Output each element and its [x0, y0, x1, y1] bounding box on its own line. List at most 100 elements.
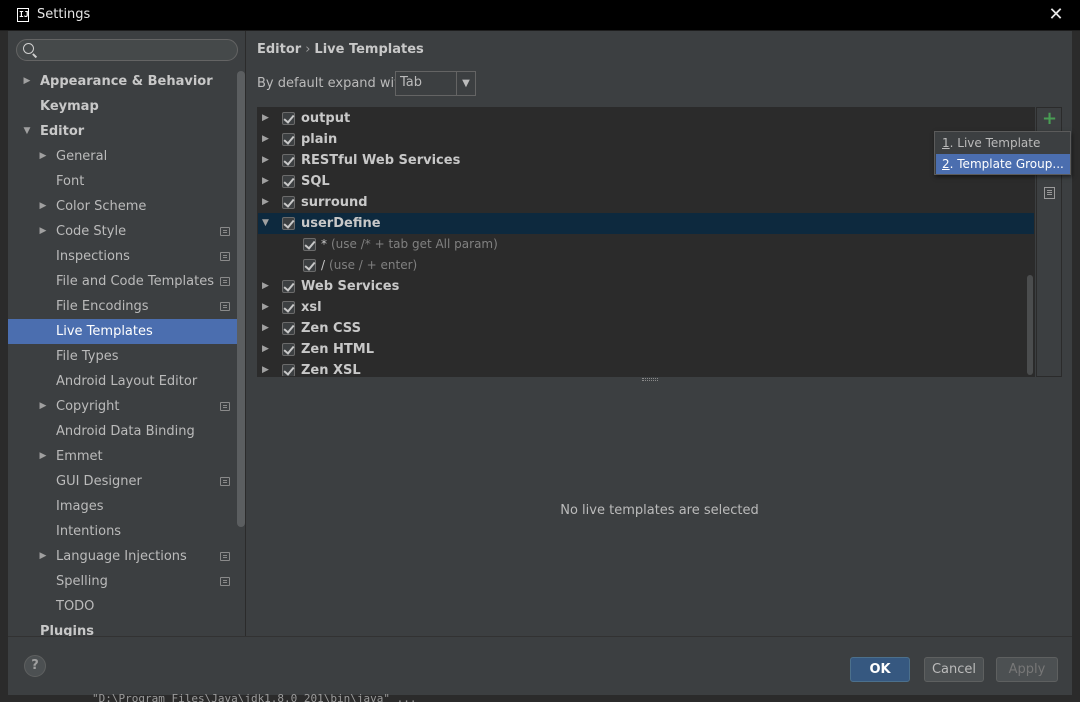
splitter-handle[interactable]	[642, 378, 658, 381]
sidebar-item-label: Android Layout Editor	[56, 374, 198, 389]
template-group-row[interactable]: ▶ Zen CSS	[258, 318, 1034, 339]
sidebar-item-android-data-binding[interactable]: Android Data Binding	[8, 419, 238, 444]
sidebar-item-color-scheme[interactable]: ▶ Color Scheme	[8, 194, 238, 219]
sidebar-item-spelling[interactable]: Spelling	[8, 569, 238, 594]
expand-arrow-icon[interactable]: ▼	[262, 213, 272, 234]
sidebar-item-file-types[interactable]: File Types	[8, 344, 238, 369]
template-group-row[interactable]: ▶ plain	[258, 129, 1034, 150]
templates-scrollbar[interactable]	[1027, 275, 1033, 375]
template-row[interactable]: / (use / + enter)	[258, 255, 1034, 276]
collapse-arrow-icon[interactable]: ▶	[262, 129, 272, 150]
add-icon[interactable]: +	[1042, 110, 1057, 128]
checkbox[interactable]	[282, 154, 295, 167]
apply-button[interactable]: Apply	[996, 657, 1058, 682]
project-scope-icon	[220, 277, 230, 286]
search-box[interactable]	[16, 39, 238, 61]
template-group-name: Zen HTML	[301, 342, 374, 357]
sidebar-item-label: Keymap	[40, 99, 99, 114]
template-group-row[interactable]: ▶ output	[258, 108, 1034, 129]
console-strip: "D:\Program Files\Java\jdk1.8.0_201\bin\…	[0, 692, 1080, 702]
template-group-row[interactable]: ▶ Zen HTML	[258, 339, 1034, 360]
collapse-arrow-icon[interactable]: ▶	[38, 544, 48, 569]
collapse-arrow-icon[interactable]: ▶	[38, 444, 48, 469]
checkbox[interactable]	[282, 364, 295, 376]
collapse-arrow-icon[interactable]: ▶	[38, 144, 48, 169]
checkbox[interactable]	[282, 322, 295, 335]
sidebar-item-appearance-behavior[interactable]: ▶ Appearance & Behavior	[8, 69, 238, 94]
ok-button[interactable]: OK	[850, 657, 910, 682]
collapse-arrow-icon[interactable]: ▶	[262, 171, 272, 192]
checkbox[interactable]	[282, 175, 295, 188]
expand-arrow-icon[interactable]: ▼	[22, 119, 32, 144]
collapse-arrow-icon[interactable]: ▶	[262, 192, 272, 213]
collapse-arrow-icon[interactable]: ▶	[262, 276, 272, 297]
sidebar-item-label: Code Style	[56, 224, 127, 239]
search-icon	[23, 43, 34, 54]
sidebar-item-editor[interactable]: ▼ Editor	[8, 119, 238, 144]
cancel-button[interactable]: Cancel	[924, 657, 984, 682]
sidebar-item-inspections[interactable]: Inspections	[8, 244, 238, 269]
expand-with-value: Tab	[400, 75, 423, 90]
menu-item-template-group[interactable]: 2. Template Group...	[936, 154, 1070, 174]
collapse-arrow-icon[interactable]: ▶	[262, 339, 272, 360]
template-group-row[interactable]: ▶ Zen XSL	[258, 360, 1034, 376]
sidebar-item-keymap[interactable]: Keymap	[8, 94, 238, 119]
expand-with-select[interactable]: Tab ▼	[395, 71, 476, 96]
title-bar: IJ Settings ✕	[0, 0, 1080, 31]
sidebar-item-todo[interactable]: TODO	[8, 594, 238, 619]
checkbox[interactable]	[282, 133, 295, 146]
checkbox[interactable]	[282, 280, 295, 293]
sidebar-item-gui-designer[interactable]: GUI Designer	[8, 469, 238, 494]
sidebar-item-images[interactable]: Images	[8, 494, 238, 519]
template-group-name: userDefine	[301, 216, 381, 231]
collapse-arrow-icon[interactable]: ▶	[262, 318, 272, 339]
collapse-arrow-icon[interactable]: ▶	[22, 69, 32, 94]
template-group-name: Zen CSS	[301, 321, 361, 336]
sidebar-item-file-and-code-templates[interactable]: File and Code Templates	[8, 269, 238, 294]
checkbox[interactable]	[282, 196, 295, 209]
template-group-row[interactable]: ▶ SQL	[258, 171, 1034, 192]
collapse-arrow-icon[interactable]: ▶	[262, 297, 272, 318]
collapse-arrow-icon[interactable]: ▶	[38, 394, 48, 419]
sidebar-item-emmet[interactable]: ▶ Emmet	[8, 444, 238, 469]
sidebar-item-copyright[interactable]: ▶ Copyright	[8, 394, 238, 419]
sidebar-item-label: File Types	[56, 349, 119, 364]
menu-item-live-template[interactable]: 1. Live Template	[936, 133, 1070, 153]
chevron-down-icon[interactable]: ▼	[456, 72, 475, 95]
collapse-arrow-icon[interactable]: ▶	[262, 108, 272, 129]
collapse-arrow-icon[interactable]: ▶	[38, 194, 48, 219]
checkbox[interactable]	[282, 301, 295, 314]
help-icon[interactable]: ?	[24, 655, 46, 677]
collapse-arrow-icon[interactable]: ▶	[262, 360, 272, 376]
template-group-name: RESTful Web Services	[301, 153, 461, 168]
project-scope-icon	[220, 402, 230, 411]
checkbox[interactable]	[303, 259, 316, 272]
template-group-row[interactable]: ▼ userDefine	[258, 213, 1034, 234]
template-group-row[interactable]: ▶ xsl	[258, 297, 1034, 318]
sidebar-item-code-style[interactable]: ▶ Code Style	[8, 219, 238, 244]
collapse-arrow-icon[interactable]: ▶	[38, 219, 48, 244]
sidebar-item-file-encodings[interactable]: File Encodings	[8, 294, 238, 319]
checkbox[interactable]	[282, 343, 295, 356]
sidebar-item-label: Images	[56, 499, 104, 514]
search-input[interactable]	[41, 41, 231, 59]
template-row[interactable]: * (use /* + tab get All param)	[258, 234, 1034, 255]
close-icon[interactable]: ✕	[1046, 4, 1066, 26]
sidebar-item-intentions[interactable]: Intentions	[8, 519, 238, 544]
copy-template-icon[interactable]	[1044, 187, 1055, 199]
checkbox[interactable]	[303, 238, 316, 251]
checkbox[interactable]	[282, 217, 295, 230]
settings-sidebar: ▶ Appearance & Behavior Keymap ▼ Editor ▶ Gene…	[8, 31, 246, 639]
collapse-arrow-icon[interactable]: ▶	[262, 150, 272, 171]
breadcrumb-separator: ›	[305, 42, 311, 57]
sidebar-item-general[interactable]: ▶ General	[8, 144, 238, 169]
template-group-row[interactable]: ▶ RESTful Web Services	[258, 150, 1034, 171]
sidebar-item-font[interactable]: Font	[8, 169, 238, 194]
sidebar-item-live-templates[interactable]: Live Templates	[8, 319, 238, 344]
template-group-row[interactable]: ▶ Web Services	[258, 276, 1034, 297]
template-group-row[interactable]: ▶ surround	[258, 192, 1034, 213]
sidebar-item-language-injections[interactable]: ▶ Language Injections	[8, 544, 238, 569]
sidebar-item-android-layout-editor[interactable]: Android Layout Editor	[8, 369, 238, 394]
sidebar-scrollbar[interactable]	[237, 71, 245, 527]
checkbox[interactable]	[282, 112, 295, 125]
